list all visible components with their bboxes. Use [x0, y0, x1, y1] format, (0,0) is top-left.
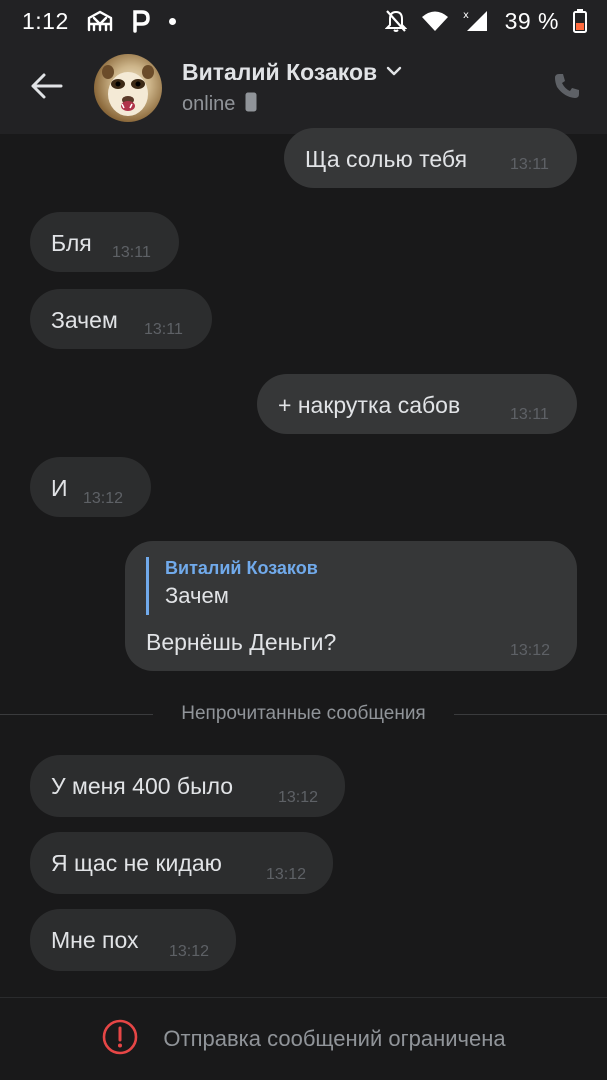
- message-time: 13:11: [112, 244, 151, 261]
- message-text: У меня 400 было: [51, 773, 234, 799]
- message-incoming[interactable]: Мне пох 13:12: [30, 909, 236, 971]
- reply-author: Виталий Козаков: [165, 558, 318, 578]
- signal-icon: x: [463, 9, 491, 33]
- message-text: Мне пох: [51, 927, 139, 953]
- message-time: 13:12: [169, 943, 210, 960]
- phone-icon: [552, 71, 582, 106]
- avatar[interactable]: [94, 54, 162, 122]
- message-time: 13:12: [510, 642, 551, 659]
- divider-line: [0, 713, 154, 715]
- bridge-icon: [87, 10, 113, 32]
- status-time: 1:12: [22, 7, 69, 34]
- alert-circle-icon: [101, 1018, 139, 1061]
- message-incoming[interactable]: Зачем 13:11: [30, 289, 212, 349]
- muted-bell-icon: [384, 9, 407, 33]
- message-text: Бля: [51, 230, 92, 256]
- parking-icon: [131, 9, 151, 33]
- contact-status: online: [182, 93, 236, 115]
- message-list[interactable]: Ща солью тебя 13:11 Бля 13:11 Зачем 13:1…: [0, 128, 607, 996]
- status-bar: 1:12 x 39 %: [0, 0, 607, 42]
- message-text: + накрутка сабов: [278, 392, 461, 418]
- contact-name: Виталий Козаков: [182, 59, 378, 85]
- back-arrow-icon: [30, 72, 64, 105]
- message-text: Вернёшь Деньги?: [146, 629, 337, 655]
- message-text: Ща солью тебя: [305, 146, 468, 172]
- message-time: 13:12: [266, 866, 307, 883]
- message-time: 13:12: [83, 490, 124, 507]
- unread-divider: Непрочитанные сообщения: [0, 702, 607, 726]
- message-incoming[interactable]: Я щас не кидаю 13:12: [30, 832, 333, 894]
- message-incoming[interactable]: И 13:12: [30, 457, 151, 517]
- reply-text: Зачем: [165, 583, 229, 608]
- divider-line: [453, 713, 607, 715]
- unread-divider-label: Непрочитанные сообщения: [181, 703, 426, 724]
- message-time: 13:11: [510, 156, 549, 173]
- message-time: 13:11: [144, 321, 183, 338]
- reply-quote[interactable]: Виталий Козаков Зачем: [146, 557, 318, 615]
- chat-header: Виталий Козаков online: [0, 42, 607, 134]
- message-incoming[interactable]: Бля 13:11: [30, 212, 179, 272]
- message-incoming[interactable]: У меня 400 было 13:12: [30, 755, 345, 817]
- back-button[interactable]: [0, 42, 94, 134]
- chevron-down-icon: [385, 64, 403, 82]
- message-time: 13:12: [278, 789, 319, 806]
- message-outgoing[interactable]: + накрутка сабов 13:11: [257, 374, 577, 434]
- message-text: И: [51, 475, 68, 501]
- messaging-restricted-text: Отправка сообщений ограничена: [163, 1026, 506, 1051]
- battery-icon: [573, 9, 587, 33]
- svg-text:x: x: [463, 10, 469, 21]
- message-text: Зачем: [51, 307, 118, 333]
- call-button[interactable]: [549, 70, 585, 106]
- message-outgoing[interactable]: Ща солью тебя 13:11: [284, 128, 577, 188]
- contact-name-dropdown[interactable]: Виталий Козаков: [182, 59, 403, 86]
- notification-dot-icon: [168, 17, 176, 25]
- message-text: Я щас не кидаю: [51, 850, 222, 876]
- message-outgoing-reply[interactable]: Виталий Козаков Зачем Вернёшь Деньги? 13…: [125, 541, 577, 671]
- battery-percent: 39 %: [504, 7, 559, 34]
- message-time: 13:11: [510, 406, 549, 423]
- wifi-icon: [421, 10, 449, 32]
- mobile-device-icon: [245, 92, 257, 117]
- messaging-restricted-banner: Отправка сообщений ограничена: [0, 997, 607, 1080]
